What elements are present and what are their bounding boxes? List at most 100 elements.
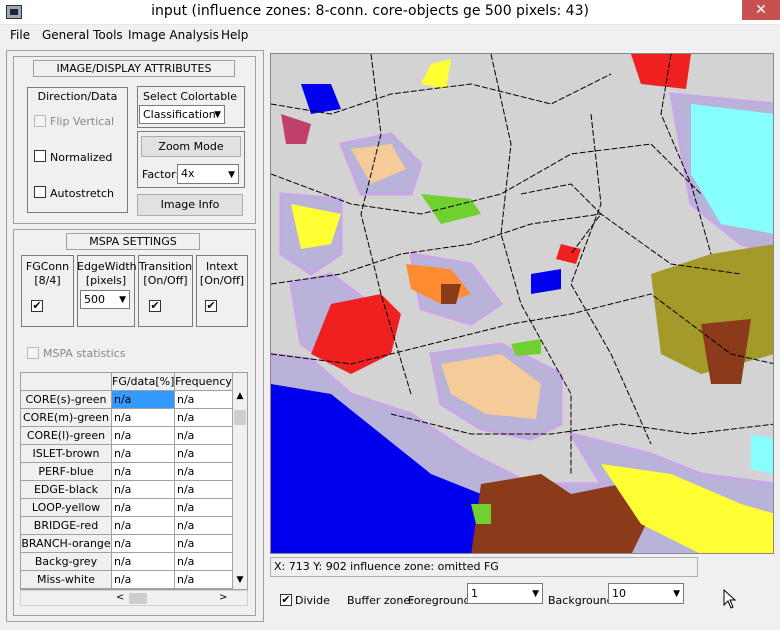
close-button[interactable]: ✕ bbox=[742, 0, 780, 20]
autostretch-label: Autostretch bbox=[50, 187, 114, 200]
close-icon: ✕ bbox=[755, 2, 767, 18]
colortable-value: Classification bbox=[143, 108, 216, 121]
table-cell-fg[interactable]: n/a bbox=[112, 499, 175, 517]
table-cell-frequency[interactable]: n/a bbox=[175, 409, 233, 427]
edgewidth-sublabel: [pixels] bbox=[85, 274, 127, 287]
table-cell-fg[interactable]: n/a bbox=[112, 535, 175, 553]
colortable-label: Select Colortable bbox=[143, 90, 238, 103]
table-cell-frequency[interactable]: n/a bbox=[175, 499, 233, 517]
fgconn-sublabel: [8/4] bbox=[34, 274, 61, 287]
mouse-cursor-icon bbox=[723, 589, 737, 609]
table-row-header[interactable]: PERF-blue bbox=[21, 463, 112, 481]
chevron-down-icon: ▼ bbox=[119, 295, 126, 305]
flip-vertical-checkbox[interactable] bbox=[34, 115, 46, 127]
chevron-down-icon: ▼ bbox=[214, 110, 221, 120]
table-cell-fg[interactable]: n/a bbox=[112, 481, 175, 499]
scroll-right-icon[interactable]: > bbox=[219, 592, 227, 603]
table-corner bbox=[21, 373, 112, 391]
mspa-statistics-checkbox[interactable] bbox=[27, 347, 39, 359]
fgconn-checkbox[interactable]: ✔ bbox=[31, 300, 43, 312]
colortable-select[interactable]: Classification ▼ bbox=[139, 105, 225, 124]
window-title: input (influence zones: 8-conn. core-obj… bbox=[151, 3, 589, 19]
divide-checkbox[interactable]: ✔ bbox=[280, 594, 292, 606]
status-bar: X: 713 Y: 902 influence zone: omitted FG bbox=[270, 557, 698, 577]
table-horizontal-scrollbar[interactable]: < > bbox=[20, 590, 248, 606]
menu-bar: File General Tools Image Analysis Help bbox=[0, 26, 780, 46]
vertical-scroll-thumb[interactable] bbox=[234, 410, 246, 425]
classification-map-image[interactable] bbox=[270, 53, 774, 554]
menu-file[interactable]: File bbox=[10, 28, 30, 42]
transition-sublabel: [On/Off] bbox=[143, 274, 188, 287]
column-header-frequency[interactable]: Frequency bbox=[175, 373, 233, 391]
table-cell-frequency[interactable]: n/a bbox=[175, 481, 233, 499]
menu-general-tools[interactable]: General Tools bbox=[42, 28, 123, 42]
table-cell-frequency[interactable]: n/a bbox=[175, 445, 233, 463]
scroll-down-icon[interactable]: ▼ bbox=[233, 575, 247, 585]
table-cell-frequency[interactable]: n/a bbox=[175, 463, 233, 481]
edgewidth-value: 500 bbox=[84, 293, 105, 306]
table-cell-frequency[interactable]: n/a bbox=[175, 571, 233, 589]
menu-image-analysis[interactable]: Image Analysis bbox=[128, 28, 219, 42]
autostretch-checkbox[interactable] bbox=[34, 186, 46, 198]
table-cell-fg[interactable]: n/a bbox=[112, 409, 175, 427]
transition-checkbox[interactable]: ✔ bbox=[149, 300, 161, 312]
intext-checkbox[interactable]: ✔ bbox=[205, 300, 217, 312]
image-display-header: IMAGE/DISPLAY ATTRIBUTES bbox=[33, 60, 235, 77]
transition-label: Transition bbox=[138, 260, 193, 273]
table-cell-frequency[interactable]: n/a bbox=[175, 553, 233, 571]
table-cell-fg[interactable]: n/a bbox=[112, 571, 175, 589]
flip-vertical-label: Flip Vertical bbox=[50, 115, 115, 128]
intext-sublabel: [On/Off] bbox=[199, 274, 245, 287]
menu-help[interactable]: Help bbox=[221, 28, 248, 42]
table-row-header[interactable]: CORE(m)-green bbox=[21, 409, 112, 427]
title-bar: input (influence zones: 8-conn. core-obj… bbox=[0, 0, 780, 25]
table-cell-fg[interactable]: n/a bbox=[112, 427, 175, 445]
table-row-header[interactable]: BRIDGE-red bbox=[21, 517, 112, 535]
factor-select[interactable]: 4x ▼ bbox=[177, 164, 239, 184]
background-label: Background bbox=[548, 594, 614, 607]
horizontal-scroll-thumb[interactable] bbox=[129, 593, 147, 604]
background-select[interactable]: 10 ▼ bbox=[608, 583, 684, 604]
direction-label: Direction/Data bbox=[37, 90, 118, 103]
table-row-header[interactable]: EDGE-black bbox=[21, 481, 112, 499]
table-cell-frequency[interactable]: n/a bbox=[175, 535, 233, 553]
table-row-header[interactable]: CORE(l)-green bbox=[21, 427, 112, 445]
chevron-down-icon: ▼ bbox=[673, 589, 680, 599]
mspa-header: MSPA SETTINGS bbox=[66, 233, 200, 250]
fgconn-label: FGConn bbox=[25, 260, 70, 273]
column-header-fg[interactable]: FG/data[%] bbox=[112, 373, 175, 391]
normalized-label: Normalized bbox=[50, 151, 113, 164]
scroll-up-icon[interactable]: ▲ bbox=[233, 391, 247, 401]
table-cell-fg[interactable]: n/a bbox=[112, 517, 175, 535]
foreground-value: 1 bbox=[471, 587, 478, 600]
table-row-header[interactable]: ISLET-brown bbox=[21, 445, 112, 463]
table-row-header[interactable]: LOOP-yellow bbox=[21, 499, 112, 517]
zoom-mode-button[interactable]: Zoom Mode bbox=[141, 136, 241, 157]
table-cell-frequency[interactable]: n/a bbox=[175, 517, 233, 535]
normalized-checkbox[interactable] bbox=[34, 150, 46, 162]
factor-value: 4x bbox=[181, 167, 195, 180]
table-cell-fg[interactable]: n/a bbox=[112, 553, 175, 571]
table-row-header[interactable]: Miss-white bbox=[21, 571, 112, 589]
buffer-zone-label: Buffer zone: bbox=[347, 594, 414, 607]
table-cell-frequency[interactable]: n/a bbox=[175, 427, 233, 445]
mspa-statistics-label: MSPA statistics bbox=[43, 347, 126, 360]
table-cell-fg[interactable]: n/a bbox=[112, 445, 175, 463]
table-row-header[interactable]: CORE(s)-green bbox=[21, 391, 112, 409]
table-cell-fg[interactable]: n/a bbox=[112, 391, 175, 409]
foreground-select[interactable]: 1 ▼ bbox=[467, 583, 543, 604]
scroll-left-icon[interactable]: < bbox=[116, 592, 124, 603]
edgewidth-select[interactable]: 500 ▼ bbox=[80, 290, 130, 309]
background-value: 10 bbox=[612, 587, 626, 600]
foreground-label: Foreground: bbox=[408, 594, 475, 607]
factor-label: Factor: bbox=[142, 168, 180, 181]
table-cell-frequency[interactable]: n/a bbox=[175, 391, 233, 409]
table-row-header[interactable]: BRANCH-orange bbox=[21, 535, 112, 553]
divide-label: Divide bbox=[295, 594, 330, 607]
map-svg bbox=[271, 54, 773, 553]
table-row-header[interactable]: Backg-grey bbox=[21, 553, 112, 571]
table-cell-fg[interactable]: n/a bbox=[112, 463, 175, 481]
chevron-down-icon: ▼ bbox=[532, 589, 539, 599]
image-info-button[interactable]: Image Info bbox=[137, 194, 243, 216]
table-vertical-scrollbar[interactable]: ▲ ▼ bbox=[233, 391, 247, 589]
